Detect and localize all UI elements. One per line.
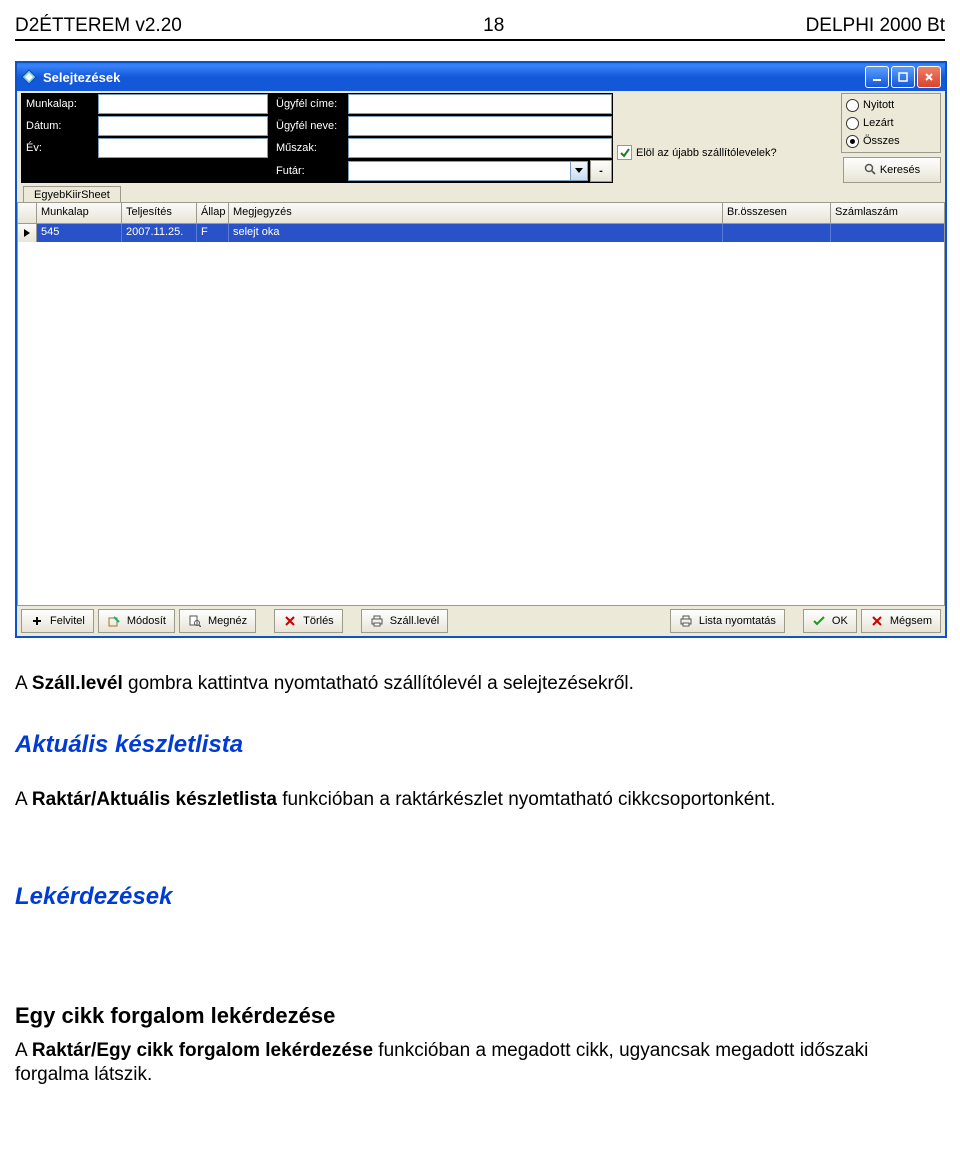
cell-munkalap: 545 bbox=[37, 224, 122, 242]
torles-button[interactable]: Törlés bbox=[274, 609, 343, 633]
button-label: Mégsem bbox=[890, 615, 932, 627]
radio-osszes[interactable]: Összes bbox=[846, 132, 934, 150]
maximize-button[interactable] bbox=[891, 66, 915, 88]
plus-icon bbox=[30, 614, 44, 628]
text-strong: Raktár/Egy cikk forgalom lekérdezése bbox=[32, 1040, 373, 1061]
listanyomtatas-button[interactable]: Lista nyomtatás bbox=[670, 609, 785, 633]
search-button[interactable]: Keresés bbox=[843, 157, 941, 183]
radio-lezart[interactable]: Lezárt bbox=[846, 114, 934, 132]
filter-panel: Munkalap: Ügyfél címe: Dátum: Ügyfél nev… bbox=[17, 91, 945, 185]
checkbox-elol[interactable] bbox=[617, 145, 632, 160]
section-title-lekerdezesek: Lekérdezések bbox=[15, 882, 945, 912]
paragraph-egy-cikk-forgalom: A Raktár/Egy cikk forgalom lekérdezése f… bbox=[15, 1039, 945, 1087]
cell-brosszesen bbox=[723, 224, 831, 242]
lookup-button[interactable]: - bbox=[590, 160, 612, 182]
check-icon bbox=[812, 614, 826, 628]
label-ugyfel-neve: Ügyfél neve: bbox=[272, 117, 344, 135]
label-ugyfel-cime: Ügyfél címe: bbox=[272, 95, 344, 113]
input-muszak[interactable] bbox=[348, 138, 612, 158]
cell-szamlaszam bbox=[831, 224, 931, 242]
print-icon bbox=[370, 614, 384, 628]
radio-label: Lezárt bbox=[863, 117, 894, 129]
doc-header-divider bbox=[15, 39, 945, 41]
data-grid[interactable]: Munkalap Teljesítés Állap Megjegyzés Br.… bbox=[17, 202, 945, 606]
col-teljesites[interactable]: Teljesítés bbox=[122, 203, 197, 223]
doc-header-page-number: 18 bbox=[483, 15, 504, 37]
current-row-indicator-icon bbox=[18, 224, 37, 242]
titlebar: Selejtezések bbox=[17, 63, 945, 91]
checkbox-elol-label: Elöl az újabb szállítólevelek? bbox=[636, 147, 777, 159]
input-ugyfel-neve[interactable] bbox=[348, 116, 612, 136]
modosit-button[interactable]: Módosít bbox=[98, 609, 175, 633]
radio-dot-icon bbox=[846, 135, 859, 148]
cancel-icon bbox=[870, 614, 884, 628]
paragraph-aktualis-keszlet: A Raktár/Aktuális készletlista funkcióba… bbox=[15, 788, 945, 812]
view-icon bbox=[188, 614, 202, 628]
ok-button[interactable]: OK bbox=[803, 609, 857, 633]
col-szamlaszam[interactable]: Számlaszám bbox=[831, 203, 931, 223]
button-label: Törlés bbox=[303, 615, 334, 627]
button-label: Száll.levél bbox=[390, 615, 440, 627]
window-selejtezesek: Selejtezések Munkalap: Ügyfél címe: bbox=[15, 61, 947, 638]
app-icon bbox=[21, 69, 37, 85]
edit-icon bbox=[107, 614, 121, 628]
minimize-button[interactable] bbox=[865, 66, 889, 88]
tabbar: EgyebKiirSheet bbox=[17, 185, 945, 202]
col-allap[interactable]: Állap bbox=[197, 203, 229, 223]
section-title-aktualis: Aktuális készletlista bbox=[15, 730, 945, 760]
input-ugyfel-cime[interactable] bbox=[348, 94, 612, 114]
megnez-button[interactable]: Megnéz bbox=[179, 609, 256, 633]
input-datum[interactable] bbox=[98, 116, 268, 136]
subsection-title: Egy cikk forgalom lekérdezése bbox=[15, 1002, 945, 1030]
grid-row-indicator-header bbox=[18, 203, 37, 223]
grid-row[interactable]: 545 2007.11.25. F selejt oka bbox=[18, 224, 944, 242]
paragraph-szalllevel-info: A Száll.levél gombra kattintva nyomtatha… bbox=[15, 672, 945, 696]
text-strong: Raktár/Aktuális készletlista bbox=[32, 789, 277, 810]
label-futar: Futár: bbox=[272, 162, 344, 180]
label-muszak: Műszak: bbox=[272, 139, 344, 157]
search-button-label: Keresés bbox=[880, 164, 920, 176]
cell-allap: F bbox=[197, 224, 229, 242]
chevron-down-icon[interactable] bbox=[570, 162, 587, 180]
cell-teljesites: 2007.11.25. bbox=[122, 224, 197, 242]
window-title: Selejtezések bbox=[43, 70, 865, 85]
felvitel-button[interactable]: Felvitel bbox=[21, 609, 94, 633]
bottom-toolbar: Felvitel Módosít Megnéz Törlés Száll.lev… bbox=[17, 606, 945, 636]
combo-futar[interactable] bbox=[348, 161, 588, 181]
button-label: Módosít bbox=[127, 615, 166, 627]
doc-header-right: DELPHI 2000 Bt bbox=[806, 15, 945, 37]
delete-icon bbox=[283, 614, 297, 628]
print-icon bbox=[679, 614, 693, 628]
radio-label: Nyitott bbox=[863, 99, 894, 111]
grid-header: Munkalap Teljesítés Állap Megjegyzés Br.… bbox=[18, 203, 944, 224]
input-ev[interactable] bbox=[98, 138, 268, 158]
search-icon bbox=[864, 163, 876, 178]
label-ev: Év: bbox=[22, 139, 94, 157]
col-megjegyzes[interactable]: Megjegyzés bbox=[229, 203, 723, 223]
button-label: Felvitel bbox=[50, 615, 85, 627]
cell-megjegyzes: selejt oka bbox=[229, 224, 723, 242]
tab-egyebkiirsheet[interactable]: EgyebKiirSheet bbox=[23, 186, 121, 203]
input-munkalap[interactable] bbox=[98, 94, 268, 114]
szalllevel-button[interactable]: Száll.levél bbox=[361, 609, 449, 633]
label-munkalap: Munkalap: bbox=[22, 95, 94, 113]
button-label: Megnéz bbox=[208, 615, 247, 627]
doc-header-left: D2ÉTTEREM v2.20 bbox=[15, 15, 182, 37]
radio-nyitott[interactable]: Nyitott bbox=[846, 96, 934, 114]
text-strong: Száll.levél bbox=[32, 673, 123, 694]
document-header: D2ÉTTEREM v2.20 18 DELPHI 2000 Bt bbox=[15, 15, 945, 37]
megsem-button[interactable]: Mégsem bbox=[861, 609, 941, 633]
col-brosszesen[interactable]: Br.összesen bbox=[723, 203, 831, 223]
label-datum: Dátum: bbox=[22, 117, 94, 135]
radio-label: Összes bbox=[863, 135, 900, 147]
radio-group-status: Nyitott Lezárt Összes bbox=[841, 93, 941, 153]
close-button[interactable] bbox=[917, 66, 941, 88]
button-label: Lista nyomtatás bbox=[699, 615, 776, 627]
col-munkalap[interactable]: Munkalap bbox=[37, 203, 122, 223]
button-label: OK bbox=[832, 615, 848, 627]
radio-dot-icon bbox=[846, 99, 859, 112]
radio-dot-icon bbox=[846, 117, 859, 130]
